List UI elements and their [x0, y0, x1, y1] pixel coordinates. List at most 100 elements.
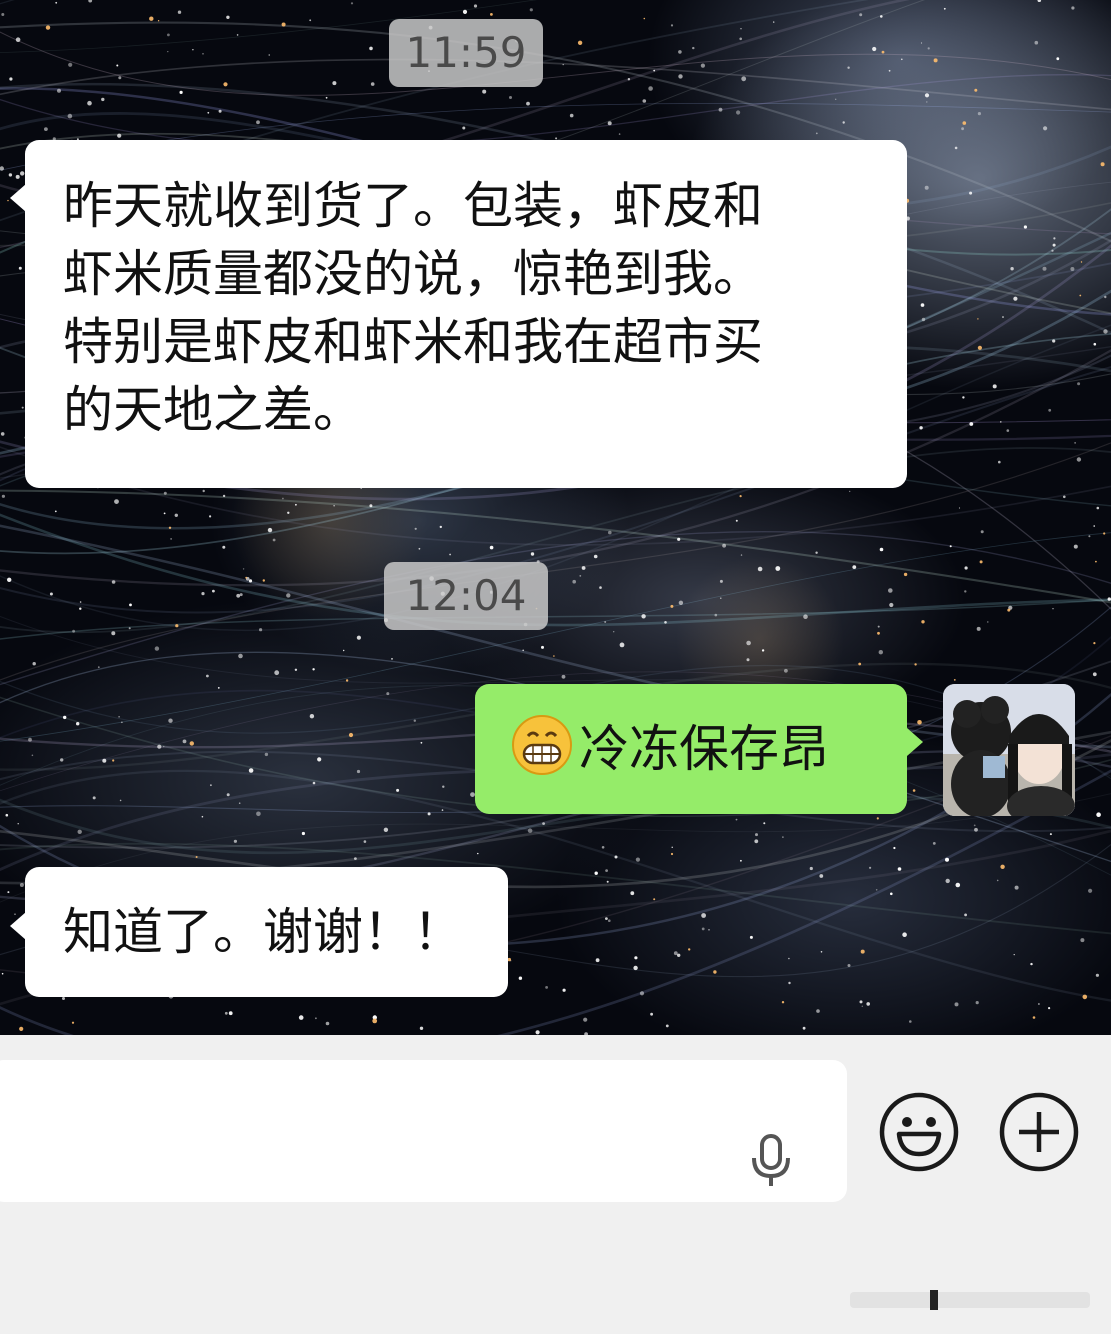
star [489, 545, 494, 550]
star [553, 655, 555, 657]
timestamp-1: 11:59 [389, 19, 543, 87]
star [259, 628, 263, 632]
star [49, 592, 53, 596]
outgoing-message-1[interactable]: 冷冻保存昂 [475, 684, 907, 814]
star [903, 572, 908, 577]
star [1080, 261, 1083, 263]
star [878, 650, 883, 655]
star [1052, 243, 1056, 247]
message-line: 昨天就收到货了。包装，虾皮和 [63, 177, 763, 235]
star [372, 1018, 378, 1024]
star [635, 857, 641, 862]
incoming-message-2[interactable]: 知道了。谢谢！！ [25, 867, 508, 997]
star [869, 866, 872, 869]
star [345, 679, 349, 682]
star [295, 503, 297, 506]
star [1073, 544, 1078, 549]
star [312, 668, 315, 671]
star [1082, 994, 1088, 1000]
star [670, 604, 674, 608]
smiley-icon[interactable] [879, 1092, 959, 1172]
star [569, 113, 574, 118]
star [522, 649, 524, 652]
message-line: 知道了。谢谢！！ [63, 903, 463, 961]
star [1071, 6, 1075, 10]
star [1096, 506, 1100, 510]
star [333, 505, 335, 507]
star [604, 621, 607, 623]
star [627, 78, 631, 81]
star [206, 674, 209, 678]
star [670, 852, 674, 856]
star [670, 24, 674, 27]
star [168, 718, 173, 723]
star [921, 317, 926, 322]
star [383, 827, 389, 832]
star [639, 991, 645, 996]
star [419, 1026, 424, 1031]
star [157, 744, 162, 749]
star [370, 82, 375, 86]
star [350, 2, 354, 5]
star [642, 99, 647, 103]
star [238, 653, 243, 659]
star [1042, 266, 1047, 271]
star [852, 565, 857, 569]
star [267, 527, 273, 533]
star [577, 40, 583, 45]
bubble-tail [10, 912, 26, 940]
star [18, 266, 22, 270]
star [614, 855, 618, 859]
star [664, 621, 667, 624]
microphone-icon[interactable] [750, 1134, 792, 1188]
incoming-message-1[interactable]: 昨天就收到货了。包装，虾皮和 虾米质量都没的说，惊艳到我。 特别是虾皮和虾米和我… [25, 140, 907, 488]
star [653, 69, 656, 72]
star [974, 827, 978, 832]
star [1048, 1007, 1051, 1010]
star [9, 77, 13, 81]
message-input[interactable] [0, 1060, 847, 1202]
star [755, 833, 758, 837]
message-line: 虾米质量都没的说，惊艳到我。 [63, 245, 763, 303]
star [974, 88, 978, 92]
star [980, 530, 984, 534]
star [619, 642, 625, 648]
star [678, 600, 684, 605]
star [634, 956, 638, 960]
star [847, 66, 850, 69]
star [1088, 888, 1093, 893]
star [677, 953, 681, 957]
star [1037, 0, 1042, 2]
star [949, 545, 952, 548]
star [79, 601, 82, 603]
star [32, 662, 36, 666]
star [775, 566, 781, 571]
star [877, 631, 880, 635]
star [201, 592, 205, 596]
nebula-strand [0, 598, 1111, 640]
star [735, 519, 738, 522]
star [15, 174, 20, 179]
star [236, 593, 241, 598]
star [927, 47, 930, 50]
star [55, 1, 58, 4]
star [239, 593, 243, 597]
star [815, 132, 818, 135]
star [274, 670, 280, 676]
star [757, 566, 763, 572]
star [1000, 864, 1005, 869]
star [858, 662, 862, 666]
star [860, 949, 865, 954]
plus-circle-icon[interactable] [999, 1092, 1079, 1172]
avatar[interactable] [943, 684, 1075, 816]
star [101, 97, 105, 102]
star [490, 13, 493, 16]
star [217, 687, 220, 689]
star [955, 882, 961, 888]
star [1006, 429, 1010, 432]
star [1056, 57, 1060, 61]
star [226, 793, 230, 797]
star [1070, 267, 1075, 271]
chat-area[interactable]: 11:59 昨天就收到货了。包装，虾皮和 虾米质量都没的说，惊艳到我。 特别是虾… [0, 0, 1111, 1035]
star [157, 20, 160, 22]
